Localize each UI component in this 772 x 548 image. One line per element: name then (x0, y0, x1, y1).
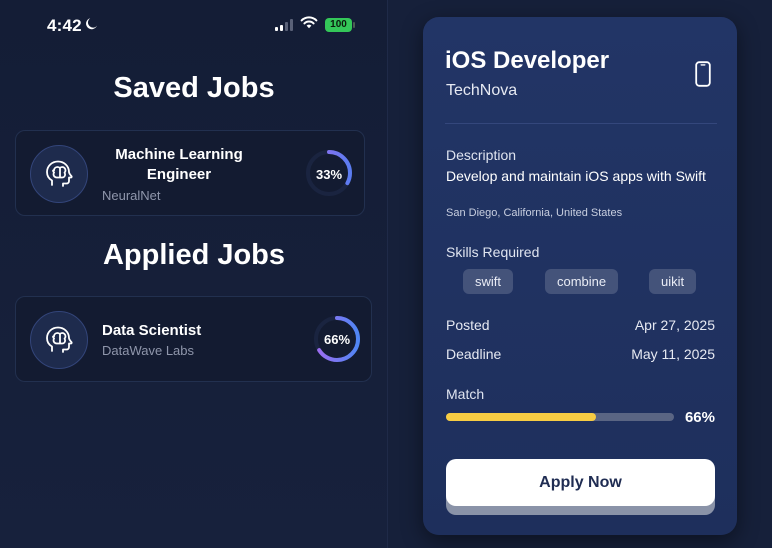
skill-chip: combine (545, 269, 619, 294)
match-progress-bar (446, 413, 674, 421)
brain-icon (30, 311, 88, 369)
match-progress-fill (446, 413, 597, 421)
brain-icon (30, 145, 88, 203)
posted-date: Apr 27, 2025 (634, 317, 715, 333)
divider (445, 123, 717, 124)
wifi-icon (300, 15, 318, 34)
saved-job-card[interactable]: Machine Learning Engineer NeuralNet 33% (15, 130, 365, 216)
saved-job-title: Machine Learning Engineer (104, 145, 254, 185)
job-location: San Diego, California, United States (446, 207, 623, 219)
saved-job-match-label: 33% (315, 167, 343, 182)
phone-icon (695, 61, 711, 92)
match-label: Match (446, 386, 485, 402)
status-bar: 4:42 100 (0, 0, 388, 52)
skill-chip: uikit (649, 269, 697, 294)
applied-job-match-label: 66% (323, 332, 351, 347)
moon-icon (86, 17, 98, 33)
match-percent: 66% (684, 409, 715, 426)
saved-jobs-heading: Saved Jobs (113, 72, 275, 104)
applied-job-card[interactable]: Data Scientist DataWave Labs 66% (15, 296, 372, 382)
jobs-list-screen: 4:42 100 Saved Jobs Machine Learning Eng… (0, 0, 388, 548)
applied-jobs-heading: Applied Jobs (102, 239, 286, 271)
saved-job-title-line2: Engineer (146, 166, 212, 183)
saved-job-title-line1: Machine Learning (115, 146, 243, 163)
description-label: Description (446, 147, 517, 163)
deadline-label: Deadline (446, 346, 502, 362)
battery-cap (353, 22, 355, 28)
battery-indicator: 100 (325, 18, 352, 32)
saved-job-company: NeuralNet (102, 188, 161, 203)
description-text: Develop and maintain iOS apps with Swift (446, 168, 706, 184)
skills-label: Skills Required (446, 244, 540, 260)
job-detail-card: iOS Developer TechNova Description Devel… (423, 17, 737, 535)
cellular-signal-icon (275, 19, 293, 31)
posted-label: Posted (446, 317, 490, 333)
job-detail-company: TechNova (446, 82, 518, 99)
applied-job-company: DataWave Labs (102, 343, 195, 358)
applied-job-title: Data Scientist (102, 322, 202, 339)
job-detail-title: iOS Developer (445, 47, 610, 74)
apply-now-button[interactable]: Apply Now (446, 459, 715, 506)
status-time: 4:42 (47, 16, 82, 35)
deadline-date: May 11, 2025 (631, 346, 715, 362)
skill-chip: swift (463, 269, 513, 294)
